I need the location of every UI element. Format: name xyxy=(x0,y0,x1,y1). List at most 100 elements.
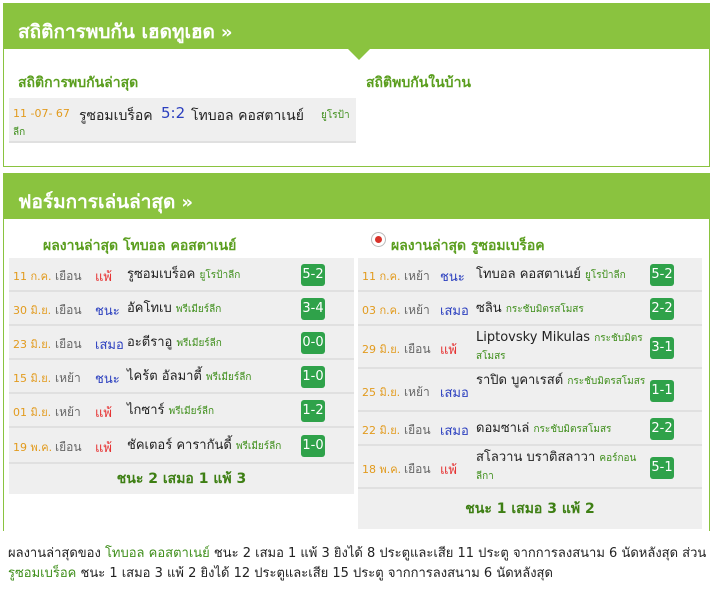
chevron-right-icon: » xyxy=(181,192,193,213)
opponent-name[interactable]: สโลวาน บราติสลาวา xyxy=(476,450,595,465)
opponent-name[interactable]: โทบอล คอสตาเนย์ xyxy=(476,267,581,282)
competition-label: ยูโรป้าลีก xyxy=(199,270,241,281)
opponent-name[interactable]: ราปิด บูคาเรสต์ xyxy=(476,373,563,388)
competition-label: ยูโรป้าลีก xyxy=(584,270,626,281)
competition-label: พรีเมียร์ลีก xyxy=(206,372,252,383)
opponent-name[interactable]: ซลิน xyxy=(476,301,502,316)
h2h-header: สถิติการพบกัน เฮดทูเฮด» xyxy=(4,4,709,60)
summary-text: ผลงานล่าสุดของ xyxy=(8,546,105,561)
venue-label: เยือน xyxy=(404,342,431,356)
opponent-cell: อะตีราอู พรีเมียร์ลีก xyxy=(127,334,297,352)
competition-label: กระชับมิตรสโมสร xyxy=(567,376,646,387)
score-box: 2-2 xyxy=(650,298,674,320)
result-label: แพ้ xyxy=(95,406,112,421)
match-score: 5:2 xyxy=(161,104,186,122)
match-date: 29 มิ.ย. xyxy=(362,343,401,356)
venue-label: เยือน xyxy=(55,337,82,351)
match-date: 19 พ.ค. xyxy=(13,441,53,454)
h2h-title: สถิติการพบกัน เฮดทูเฮด xyxy=(18,21,215,43)
form-row[interactable]: 11 ก.ค. เหย้า ชนะ โทบอล คอสตาเนย์ ยูโรป้าลี… xyxy=(358,258,702,292)
opponent-cell: ราปิด บูคาเรสต์ กระชับมิตรสโมสร xyxy=(476,372,646,390)
form-row[interactable]: 29 มิ.ย. เยือน แพ้ Liptovsky Mikulas กระชับ… xyxy=(358,326,702,369)
result-label: ชนะ xyxy=(95,304,120,319)
score-box: 1-0 xyxy=(301,366,325,388)
competition-label: กระชับมิตรสโมสร xyxy=(533,424,612,435)
result-label: เสมอ xyxy=(440,424,469,439)
competition-label: ยูโรป้า xyxy=(321,110,350,121)
form-row[interactable]: 01 มิ.ย. เหย้า แพ้ ไกซาร์ พรีเมียร์ลีก 1-2 xyxy=(9,394,354,428)
score-box: 3-4 xyxy=(301,298,325,320)
form-title-tobol: ผลงานล่าสุด โทบอล คอสตาเนย์ xyxy=(43,238,237,254)
chevron-right-icon: » xyxy=(220,22,233,43)
result-label: ชนะ xyxy=(95,372,120,387)
match-date: 25 มิ.ย. xyxy=(362,386,401,399)
form-row[interactable]: 18 พ.ค. เยือน แพ้ สโลวาน บราติสลาวา คอร์กอน… xyxy=(358,446,702,489)
opponent-cell: Liptovsky Mikulas กระชับมิตรสโมสร xyxy=(476,329,646,365)
opponent-name[interactable]: ไคร้ต อัลมาตี้ xyxy=(127,369,202,384)
team-link-tobol[interactable]: โทบอล คอสตาเนย์ xyxy=(105,546,210,561)
form-title-text: ผลงานล่าสุด รูซอมเบร็อค xyxy=(391,238,545,254)
result-label: แพ้ xyxy=(95,441,112,456)
opponent-name[interactable]: Liptovsky Mikulas xyxy=(476,330,590,345)
score-box: 5-1 xyxy=(650,457,674,479)
score-box: 1-2 xyxy=(301,400,325,422)
opponent-name[interactable]: อัคโทเบ xyxy=(127,301,172,316)
form-row[interactable]: 19 พ.ค. เยือน แพ้ ชัคเตอร์ คารากันดี้ พรีเม… xyxy=(9,428,354,464)
opponent-name[interactable]: ไกซาร์ xyxy=(127,403,165,418)
score-box: 5-2 xyxy=(650,264,674,286)
opponent-name[interactable]: อะตีราอู xyxy=(127,335,172,350)
form-row[interactable]: 11 ก.ค. เยือน แพ้ รูซอมเบร็อค ยูโรป้าลีก 5-2 xyxy=(9,258,354,292)
opponent-cell: สโลวาน บราติสลาวา คอร์กอน ลีกา xyxy=(476,449,646,485)
match-date: 03 ก.ค. xyxy=(362,304,401,317)
h2h-match-row[interactable]: 11 -07- 67 รูซอมเบร็อค 5:2 โทบอล คอสตาเน… xyxy=(9,98,356,143)
form-row[interactable]: 30 มิ.ย. เยือน ชนะ อัคโทเบ พรีเมียร์ลีก 3-4 xyxy=(9,292,354,326)
form-title: ฟอร์มการเล่นล่าสุด xyxy=(18,191,176,213)
competition-label: พรีเมียร์ลีก xyxy=(168,406,215,417)
match-date: 18 พ.ค. xyxy=(362,463,402,476)
competition-label: พรีเมียร์ลีก xyxy=(235,441,282,452)
score-box: 5-2 xyxy=(301,264,325,286)
result-label: แพ้ xyxy=(440,463,457,478)
venue-label: เหย้า xyxy=(404,303,430,317)
competition-label: พรีเมียร์ลีก xyxy=(175,304,222,315)
score-box: 2-2 xyxy=(650,418,674,440)
result-label: แพ้ xyxy=(95,270,112,285)
venue-label: เหย้า xyxy=(404,385,430,399)
opponent-cell: ไคร้ต อัลมาตี้ พรีเมียร์ลีก xyxy=(127,368,297,386)
form-column-tobol: ผลงานล่าสุด โทบอล คอสตาเนย์ 11 ก.ค. เยือน… xyxy=(9,231,354,494)
result-label: ชนะ xyxy=(440,270,465,285)
form-row[interactable]: 25 มิ.ย. เหย้า เสมอ ราปิด บูคาเรสต์ กระชับม… xyxy=(358,369,702,412)
form-column-ruzomberok: ผลงานล่าสุด รูซอมเบร็อค 11 ก.ค. เหย้า ชนะโ… xyxy=(358,231,702,529)
home-team: รูซอมเบร็อค xyxy=(79,108,153,124)
form-panel: ฟอร์มการเล่นล่าสุด» ผลงานล่าสุด โทบอล คอ… xyxy=(3,173,710,531)
match-date: 11 ก.ค. xyxy=(13,270,52,283)
match-date: 15 มิ.ย. xyxy=(13,372,52,385)
form-row[interactable]: 03 ก.ค. เหย้า เสมอ ซลิน กระชับมิตรสโมสร 2-2 xyxy=(358,292,702,326)
team-link-ruzomberok[interactable]: รูซอมเบร็อค xyxy=(8,566,76,581)
score-box: 1-1 xyxy=(650,380,674,402)
form-row[interactable]: 22 มิ.ย. เยือน เสมอ ดอมซาเล่ กระชับมิตรสโมส… xyxy=(358,412,702,446)
form-header: ฟอร์มการเล่นล่าสุด» xyxy=(4,174,709,219)
venue-label: เยือน xyxy=(404,423,431,437)
opponent-cell: ดอมซาเล่ กระชับมิตรสโมสร xyxy=(476,420,646,438)
h2h-panel: สถิติการพบกัน เฮดทูเฮด» สถิติการพบกันล่า… xyxy=(3,3,710,167)
competition-label-cont: ลีก xyxy=(13,127,26,138)
form-summary-tobol: ชนะ 2 เสมอ 1 แพ้ 3 xyxy=(9,464,354,494)
result-label: เสมอ xyxy=(95,338,124,353)
opponent-cell: ชัคเตอร์ คารากันดี้ พรีเมียร์ลีก xyxy=(127,437,297,455)
opponent-name[interactable]: ชัคเตอร์ คารากันดี้ xyxy=(127,438,232,453)
opponent-cell: ซลิน กระชับมิตรสโมสร xyxy=(476,300,646,318)
result-label: เสมอ xyxy=(440,386,469,401)
opponent-name[interactable]: ดอมซาเล่ xyxy=(476,421,529,436)
venue-label: เยือน xyxy=(55,269,82,283)
form-summary-ruzomberok: ชนะ 1 เสมอ 3 แพ้ 2 xyxy=(358,489,702,529)
score-box: 1-0 xyxy=(301,435,325,457)
match-date: 23 มิ.ย. xyxy=(13,338,52,351)
form-row[interactable]: 15 มิ.ย. เหย้า ชนะ ไคร้ต อัลมาตี้ พรีเมียร์… xyxy=(9,360,354,394)
form-row[interactable]: 23 มิ.ย. เยือน เสมอ อะตีราอู พรีเมียร์ลีก 0-… xyxy=(9,326,354,360)
opponent-name[interactable]: รูซอมเบร็อค xyxy=(127,267,195,282)
venue-label: เยือน xyxy=(55,303,82,317)
h2h-home-title: สถิติพบกันในบ้าน xyxy=(366,75,471,91)
form-title-ruzomberok: ผลงานล่าสุด รูซอมเบร็อค xyxy=(358,231,702,258)
h2h-latest-title: สถิติการพบกันล่าสุด xyxy=(18,75,139,91)
